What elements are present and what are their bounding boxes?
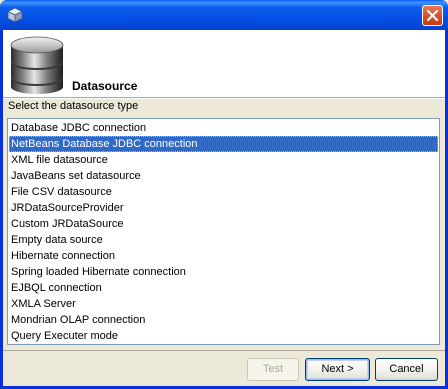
datasource-type-list[interactable]: Database JDBC connection NetBeans Databa…: [7, 118, 440, 345]
title-bar[interactable]: [0, 0, 448, 30]
footer-divider: [3, 350, 445, 351]
wizard-header: Datasource: [3, 30, 445, 97]
datasource-type-label: Select the datasource type: [8, 100, 139, 112]
page-title: Datasource: [72, 79, 138, 93]
list-item[interactable]: JavaBeans set datasource: [9, 168, 438, 184]
database-icon: [10, 36, 64, 94]
list-item[interactable]: Hibernate connection: [9, 248, 438, 264]
list-item[interactable]: Query Executer mode: [9, 328, 438, 344]
list-item[interactable]: JRDataSourceProvider: [9, 200, 438, 216]
list-item[interactable]: File CSV datasource: [9, 184, 438, 200]
list-item[interactable]: EJBQL connection: [9, 280, 438, 296]
dialog-window: Datasource Select the datasource type Da…: [0, 0, 448, 389]
list-item[interactable]: Database JDBC connection: [9, 120, 438, 136]
list-item[interactable]: Mondrian OLAP connection: [9, 312, 438, 328]
dialog-body: Datasource Select the datasource type Da…: [3, 30, 445, 386]
list-item[interactable]: Empty data source: [9, 232, 438, 248]
test-button[interactable]: Test: [247, 358, 299, 381]
close-icon: [427, 10, 438, 21]
list-item[interactable]: Spring loaded Hibernate connection: [9, 264, 438, 280]
list-item-selected[interactable]: NetBeans Database JDBC connection: [9, 136, 438, 152]
next-button[interactable]: Next >: [305, 358, 370, 381]
list-item[interactable]: XMLA Server: [9, 296, 438, 312]
close-button[interactable]: [422, 5, 443, 26]
header-divider-highlight: [3, 98, 445, 99]
cancel-button[interactable]: Cancel: [375, 358, 438, 381]
cube-icon: [7, 7, 23, 23]
list-item[interactable]: XML file datasource: [9, 152, 438, 168]
list-item[interactable]: Custom JRDataSource: [9, 216, 438, 232]
